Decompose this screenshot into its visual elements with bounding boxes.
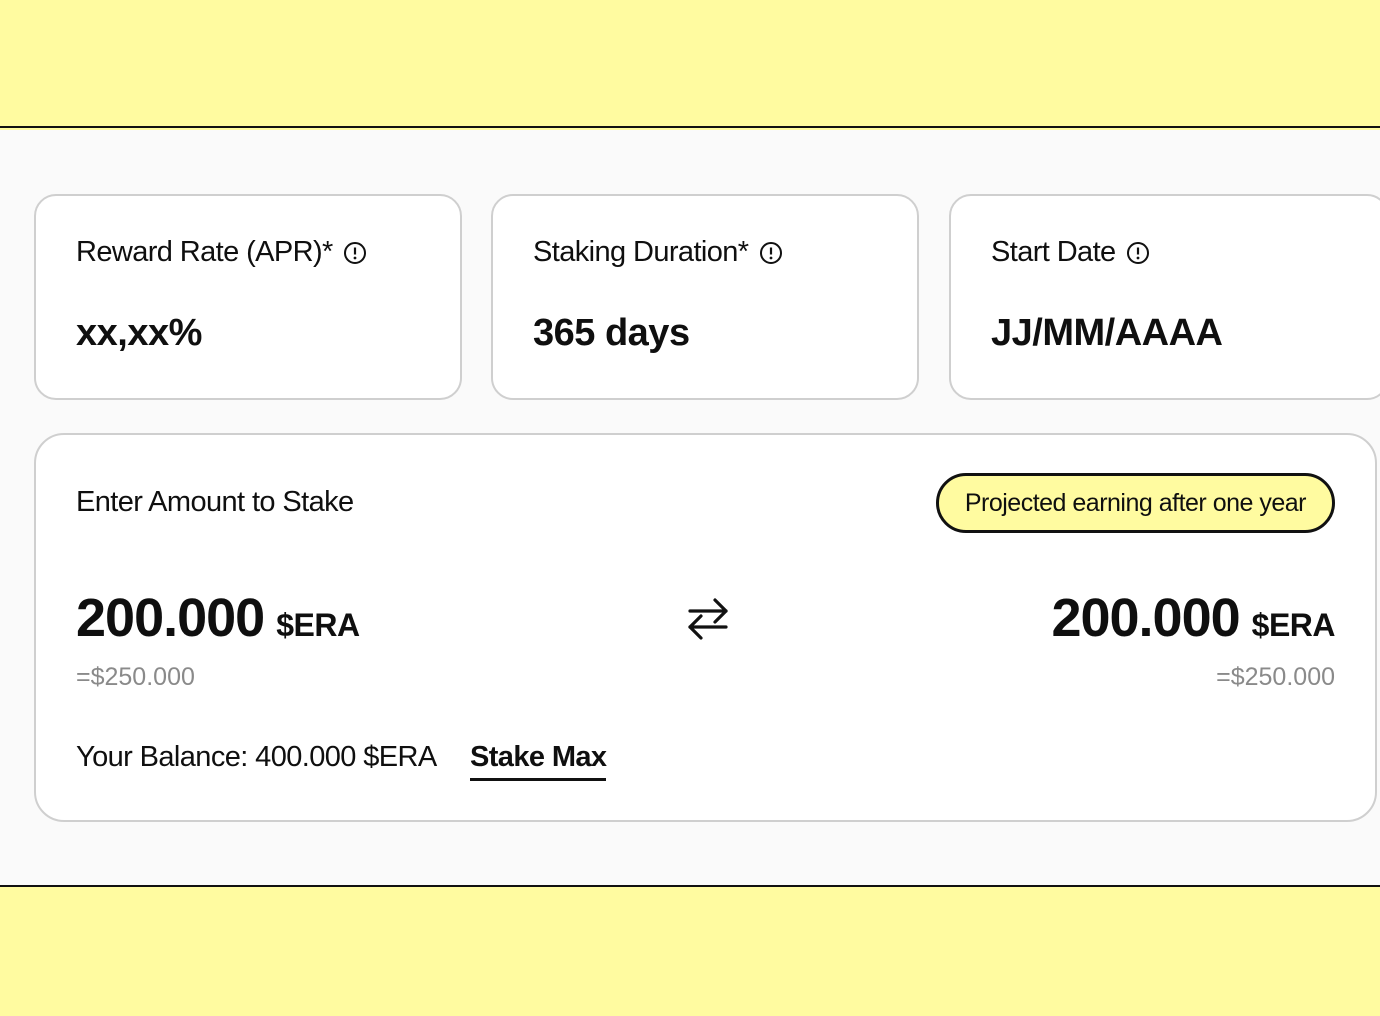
info-icon[interactable]: [343, 241, 367, 265]
info-icon[interactable]: [1126, 241, 1150, 265]
output-usd-value: =$250.000: [1216, 663, 1335, 691]
start-date-label: Start Date: [991, 236, 1116, 268]
stake-max-button[interactable]: Stake Max: [470, 741, 607, 781]
input-usd-value: =$250.000: [76, 663, 195, 691]
stake-amount-card: Enter Amount to Stake Projected earning …: [34, 433, 1377, 822]
reward-rate-label-row: Reward Rate (APR)*: [76, 236, 367, 269]
top-band: [0, 0, 1380, 128]
start-date-label-row: Start Date: [991, 236, 1150, 269]
start-date-value[interactable]: JJ/MM/AAAA: [991, 312, 1223, 355]
staking-panel: Reward Rate (APR)* xx,xx% Staking Durati…: [0, 130, 1380, 885]
swap-arrows-icon[interactable]: [682, 593, 734, 645]
reward-rate-value: xx,xx%: [76, 312, 202, 354]
reward-rate-label: Reward Rate (APR)*: [76, 236, 333, 268]
staking-duration-card: Staking Duration* 365 days: [491, 194, 919, 400]
projected-amount: 200.000 $ERA: [1051, 587, 1335, 649]
staking-duration-label-row: Staking Duration*: [533, 236, 783, 269]
start-date-card: Start Date JJ/MM/AAAA: [949, 194, 1380, 400]
staking-duration-value: 365 days: [533, 312, 690, 354]
balance-text: Your Balance: 400.000 $ERA: [76, 741, 437, 773]
output-token: $ERA: [1251, 607, 1336, 643]
projected-earning-badge[interactable]: Projected earning after one year: [935, 473, 1335, 533]
stake-amount-input[interactable]: 200.000 $ERA: [76, 587, 360, 649]
reward-rate-card: Reward Rate (APR)* xx,xx%: [34, 194, 462, 400]
stake-title: Enter Amount to Stake: [76, 486, 354, 518]
info-icon[interactable]: [759, 241, 783, 265]
input-token: $ERA: [276, 607, 360, 643]
bottom-band: [0, 885, 1380, 1016]
output-amount: 200.000: [1051, 588, 1240, 648]
staking-duration-label: Staking Duration*: [533, 236, 749, 268]
input-amount[interactable]: 200.000: [76, 587, 265, 649]
